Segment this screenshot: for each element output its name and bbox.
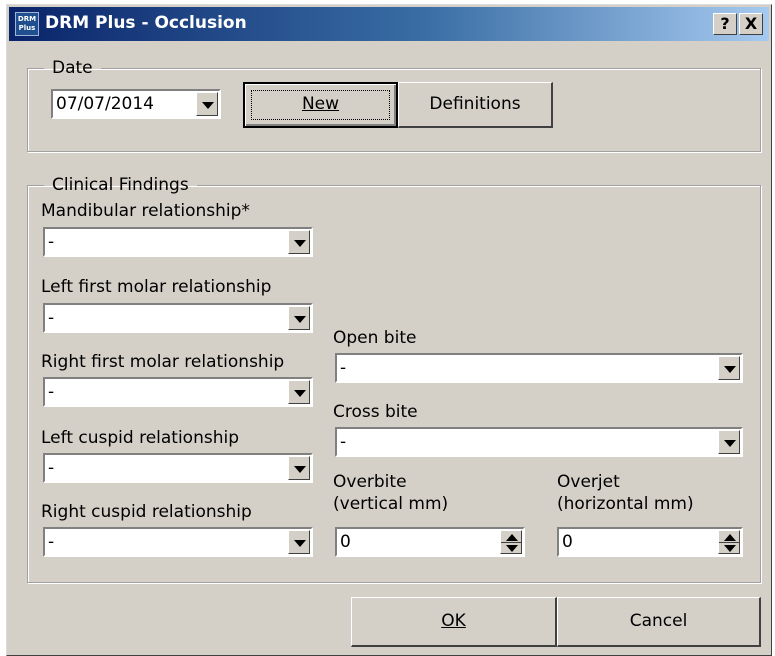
chevron-down-icon[interactable]	[288, 530, 310, 554]
ok-button[interactable]: OK	[351, 597, 557, 647]
chevron-down-icon[interactable]	[196, 92, 218, 116]
chevron-down-icon[interactable]	[718, 356, 740, 380]
occlusion-dialog: DRM Plus DRM Plus - Occlusion ? X Date 0…	[6, 4, 772, 656]
left-molar-label: Left first molar relationship	[41, 277, 272, 297]
app-icon: DRM Plus	[15, 12, 39, 36]
right-molar-label: Right first molar relationship	[41, 352, 285, 372]
left-molar-select[interactable]: -	[43, 303, 313, 333]
overbite-value: 0	[340, 532, 351, 552]
chevron-down-icon[interactable]	[288, 380, 310, 404]
open-bite-value: -	[340, 358, 347, 378]
clinical-findings-legend: Clinical Findings	[52, 175, 189, 195]
right-molar-select[interactable]: -	[43, 377, 313, 407]
definitions-button-label: Definitions	[429, 94, 521, 114]
new-button[interactable]: New	[243, 82, 398, 128]
right-cuspid-select[interactable]: -	[43, 527, 313, 557]
open-bite-label: Open bite	[333, 328, 417, 348]
cross-bite-select[interactable]: -	[335, 427, 743, 457]
chevron-down-icon[interactable]	[288, 306, 310, 330]
window-title: DRM Plus - Occlusion	[45, 13, 247, 33]
close-button[interactable]: X	[739, 13, 763, 35]
overbite-label: Overbite	[333, 472, 407, 492]
overjet-value: 0	[562, 532, 573, 552]
left-cuspid-select[interactable]: -	[43, 453, 313, 483]
open-bite-select[interactable]: -	[335, 353, 743, 383]
date-value: 07/07/2014	[56, 94, 154, 114]
overbite-stepper[interactable]: 0	[335, 527, 525, 557]
ok-button-label: OK	[441, 611, 466, 631]
right-molar-value: -	[48, 382, 55, 402]
chevron-down-icon[interactable]	[288, 456, 310, 480]
app-icon-text: DRM	[17, 15, 37, 23]
cross-bite-label: Cross bite	[333, 402, 418, 422]
date-group-legend: Date	[52, 58, 93, 78]
right-cuspid-value: -	[48, 532, 55, 552]
help-button[interactable]: ?	[713, 13, 737, 35]
focus-ring	[251, 90, 390, 120]
right-cuspid-label: Right cuspid relationship	[41, 502, 252, 522]
app-icon-subtext: Plus	[18, 24, 36, 32]
overjet-label: Overjet	[557, 472, 620, 492]
date-picker[interactable]: 07/07/2014	[51, 89, 221, 119]
mandibular-select[interactable]: -	[43, 227, 313, 257]
spin-arrows-icon[interactable]	[500, 530, 522, 554]
title-bar[interactable]: DRM Plus DRM Plus - Occlusion ? X	[9, 7, 769, 41]
mandibular-value: -	[48, 232, 55, 252]
overbite-unit-label: (vertical mm)	[333, 494, 449, 514]
cancel-button[interactable]: Cancel	[557, 597, 761, 647]
left-cuspid-label: Left cuspid relationship	[41, 428, 239, 448]
definitions-button[interactable]: Definitions	[398, 82, 553, 128]
cross-bite-value: -	[340, 432, 347, 452]
overjet-unit-label: (horizontal mm)	[557, 494, 694, 514]
chevron-down-icon[interactable]	[288, 230, 310, 254]
chevron-down-icon[interactable]	[718, 430, 740, 454]
left-cuspid-value: -	[48, 458, 55, 478]
mandibular-label: Mandibular relationship*	[41, 201, 250, 221]
left-molar-value: -	[48, 308, 55, 328]
spin-arrows-icon[interactable]	[718, 530, 740, 554]
cancel-button-label: Cancel	[629, 611, 688, 631]
overjet-stepper[interactable]: 0	[557, 527, 743, 557]
